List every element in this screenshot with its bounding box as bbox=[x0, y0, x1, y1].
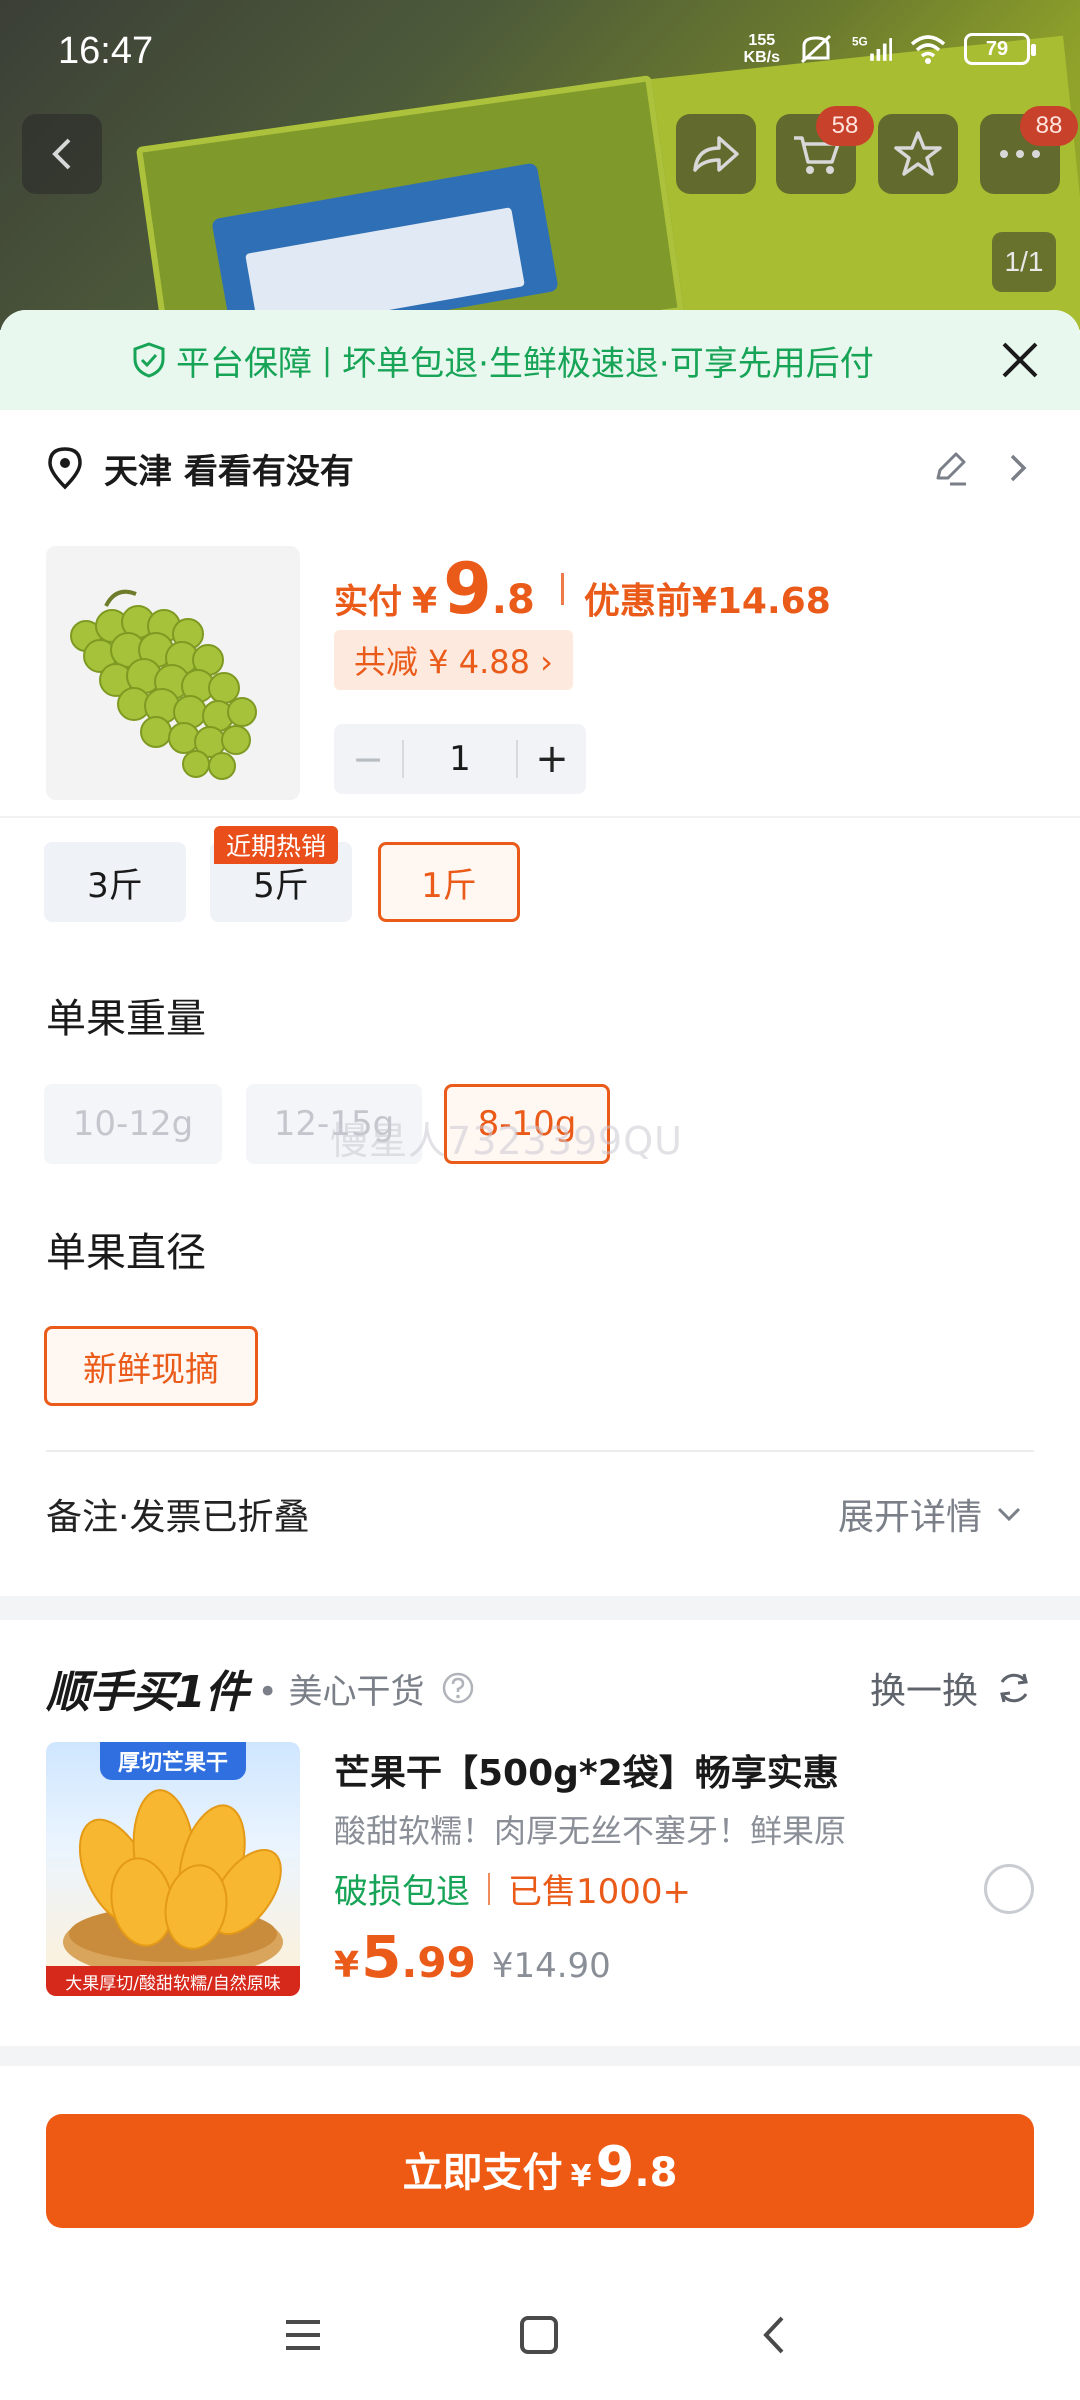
message-count-badge: 88 bbox=[1020, 106, 1078, 146]
net-speed: 155 KB/s bbox=[744, 32, 780, 66]
pay-label: 实付 bbox=[334, 582, 402, 622]
addon-select-radio[interactable] bbox=[984, 1864, 1034, 1914]
addon-header: 顺手买1件 • 美心干货 bbox=[46, 1656, 475, 1720]
status-bar: 16:47 155 KB/s 5G 79 bbox=[0, 0, 1080, 100]
pay-now-button[interactable]: 立即支付 ¥ 9 .8 bbox=[46, 2114, 1034, 2228]
pay-button-currency: ¥ bbox=[570, 2159, 592, 2194]
more-button[interactable]: 88 bbox=[980, 106, 1078, 194]
edit-pencil-icon[interactable] bbox=[930, 448, 970, 488]
wifi-icon bbox=[910, 35, 946, 64]
share-icon bbox=[693, 136, 739, 172]
addon-price-integer: 5 bbox=[361, 1923, 402, 1991]
diameter-option-fresh[interactable]: 新鲜现摘 bbox=[44, 1326, 258, 1406]
mute-icon bbox=[800, 34, 832, 64]
remarks-label: 备注·发票已折叠 bbox=[46, 1497, 310, 1538]
order-sheet: 平台保障 | 坏单包退·生鲜极速退·可享先用后付 天津 看看有没有 实付 ¥ 9… bbox=[0, 310, 1080, 2400]
original-price: ¥14.68 bbox=[691, 581, 831, 622]
expand-details-label: 展开详情 bbox=[837, 1497, 982, 1538]
guarantee-separator: | bbox=[322, 342, 333, 378]
chevron-right-icon bbox=[1010, 454, 1027, 482]
spec-option-3jin[interactable]: 3斤 bbox=[44, 842, 186, 922]
product-thumbnail-grapes[interactable] bbox=[46, 546, 300, 800]
original-price-label: 优惠前 bbox=[583, 581, 692, 622]
more-dots-icon bbox=[1000, 150, 1040, 158]
price-line: 实付 ¥ 9 .8 优惠前 ¥14.68 bbox=[334, 554, 831, 624]
cart-count-badge: 58 bbox=[816, 106, 874, 146]
price-decimal: .8 bbox=[491, 577, 535, 623]
close-icon[interactable] bbox=[1000, 340, 1040, 380]
quantity-decrease-button[interactable]: − bbox=[334, 737, 402, 781]
pay-button-label: 立即支付 bbox=[402, 2150, 563, 2196]
network-type: 5G bbox=[852, 34, 868, 48]
star-icon bbox=[894, 131, 942, 176]
quantity-stepper: − 1 + bbox=[334, 724, 586, 794]
divider bbox=[46, 1450, 1034, 1452]
net-speed-value: 155 bbox=[748, 32, 776, 49]
favorite-button[interactable] bbox=[878, 114, 958, 194]
platform-guarantee-banner[interactable]: 平台保障 | 坏单包退·生鲜极速退·可享先用后付 bbox=[0, 310, 1080, 410]
net-speed-unit: KB/s bbox=[743, 49, 780, 66]
cart-button[interactable]: 58 bbox=[776, 106, 874, 194]
location-pin-icon bbox=[48, 447, 82, 490]
weight-section-title: 单果重量 bbox=[46, 996, 206, 1042]
addon-tags: 破损包退 已售1000+ bbox=[334, 1864, 691, 1913]
divider bbox=[0, 816, 1080, 818]
addon-image-banner: 厚切芒果干 bbox=[99, 1742, 247, 1780]
addon-product-name[interactable]: 芒果干【500g*2袋】畅享实惠 bbox=[334, 1744, 839, 1796]
addon-product-thumbnail[interactable]: 厚切芒果干 大果厚切/酸甜软糯/自然原味 bbox=[46, 1742, 300, 1996]
addon-store: • 美心干货 bbox=[257, 1671, 425, 1712]
pay-button-price-decimal: .8 bbox=[634, 2150, 678, 2196]
address-text: 天津 看看有没有 bbox=[104, 451, 354, 492]
help-icon[interactable] bbox=[441, 1671, 475, 1705]
return-guarantee-tag: 破损包退 bbox=[334, 1872, 470, 1912]
diameter-section-title: 单果直径 bbox=[46, 1230, 206, 1276]
addon-image-footer: 大果厚切/酸甜软糯/自然原味 bbox=[46, 1966, 300, 1996]
price-divider bbox=[560, 573, 564, 605]
share-button[interactable] bbox=[676, 114, 756, 194]
quantity-increase-button[interactable]: + bbox=[518, 736, 586, 782]
back-icon[interactable] bbox=[750, 2310, 800, 2360]
addon-price-currency: ¥ bbox=[334, 1945, 360, 1986]
guarantee-label: 平台保障 bbox=[176, 343, 312, 384]
swap-label: 换一换 bbox=[869, 1671, 978, 1712]
expand-details-button[interactable]: 展开详情 bbox=[838, 1488, 1022, 1540]
price-integer: 9 bbox=[443, 548, 492, 630]
section-separator bbox=[0, 1596, 1080, 1620]
guarantee-text: 坏单包退·生鲜极速退·可享先用后付 bbox=[342, 343, 874, 384]
back-button[interactable] bbox=[22, 114, 102, 194]
quantity-value[interactable]: 1 bbox=[402, 740, 518, 778]
chevron-down-icon bbox=[997, 1507, 1021, 1522]
addon-title: 顺手买1件 bbox=[46, 1667, 249, 1718]
home-icon[interactable] bbox=[514, 2310, 564, 2360]
discount-chip[interactable]: 共减 ¥ 4.88 › bbox=[334, 630, 573, 690]
addon-price-decimal: .99 bbox=[401, 1938, 476, 1987]
addon-original-price: ¥14.90 bbox=[491, 1946, 611, 1986]
signal-5g-icon: 5G bbox=[852, 34, 892, 61]
tag-separator bbox=[488, 1872, 490, 1905]
swap-button[interactable]: 换一换 bbox=[870, 1662, 1034, 1714]
sold-count: 已售1000+ bbox=[508, 1872, 692, 1912]
weight-option-10-12g[interactable]: 10-12g bbox=[44, 1084, 222, 1164]
status-icons: 155 KB/s 5G 79 bbox=[744, 32, 1036, 66]
refresh-icon bbox=[1000, 1673, 1028, 1703]
addon-price: ¥ 5 .99 ¥14.90 bbox=[334, 1928, 611, 1987]
battery-indicator: 79 bbox=[964, 33, 1036, 65]
price-currency: ¥ bbox=[412, 581, 438, 622]
pay-button-price-integer: 9 bbox=[595, 2135, 635, 2200]
menu-icon[interactable] bbox=[278, 2310, 328, 2360]
hot-sale-tag: 近期热销 bbox=[214, 826, 339, 864]
shield-check-icon bbox=[133, 342, 165, 378]
system-navigation-bar bbox=[0, 2290, 1080, 2380]
address-row[interactable]: 天津 看看有没有 bbox=[46, 438, 1040, 498]
section-separator bbox=[0, 2046, 1080, 2066]
mango-image bbox=[63, 1789, 283, 1978]
back-arrow-icon bbox=[52, 138, 71, 170]
spec-option-1jin[interactable]: 1斤 bbox=[378, 842, 520, 922]
status-time: 16:47 bbox=[58, 30, 154, 72]
image-counter: 1/1 bbox=[992, 232, 1056, 292]
grapes-image bbox=[70, 589, 257, 780]
addon-product-desc: 酸甜软糯！肉厚无丝不塞牙！鲜果原 bbox=[334, 1812, 847, 1850]
watermark-text: 慢星人7323399QU bbox=[330, 1119, 683, 1163]
